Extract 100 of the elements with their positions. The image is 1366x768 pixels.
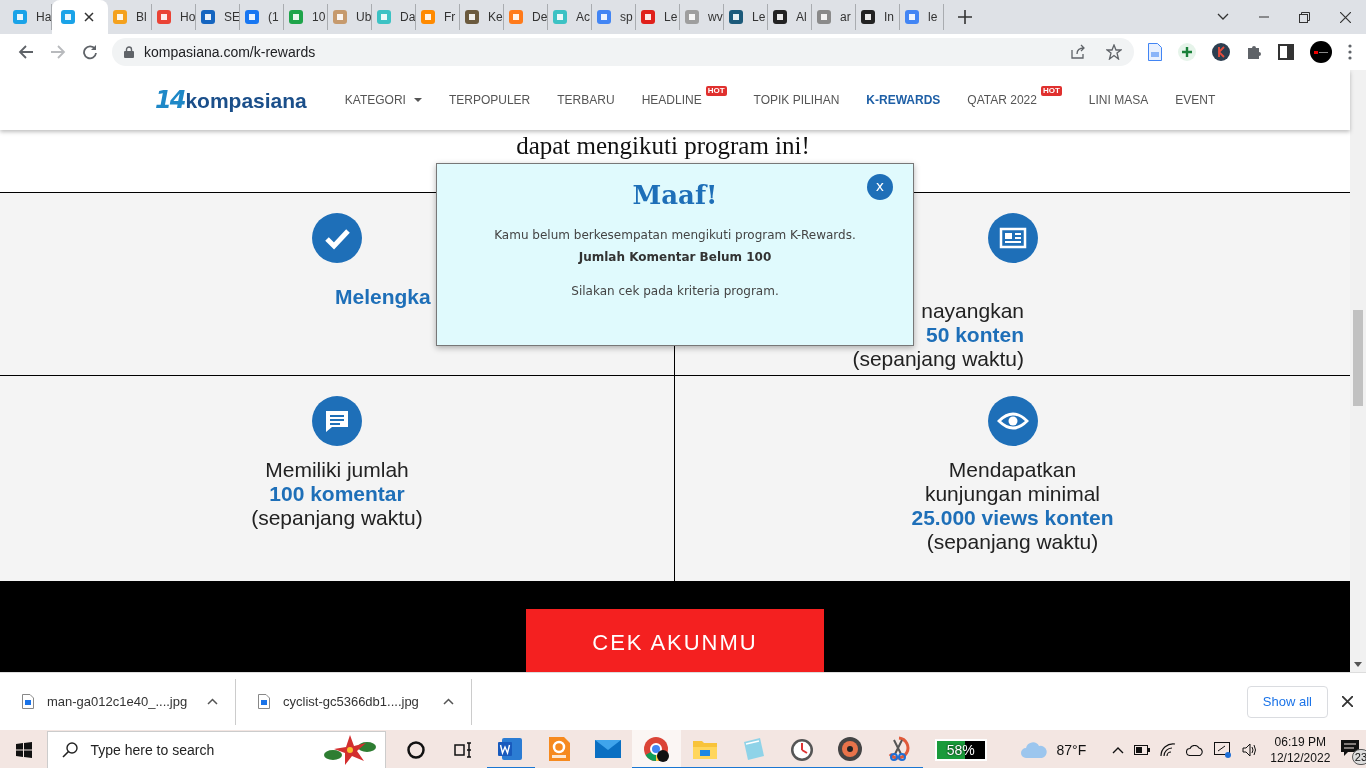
new-tab-icon[interactable]	[958, 10, 972, 24]
nav-link[interactable]: TOPIK PILIHAN	[753, 93, 840, 107]
nav-link[interactable]: EVENT	[1175, 93, 1216, 107]
chrome-icon	[643, 735, 670, 762]
browser-tab[interactable]: Ub	[328, 4, 372, 30]
site-icon	[728, 9, 744, 25]
newspaper-icon	[987, 213, 1038, 263]
browser-tab[interactable]: Ha	[8, 4, 52, 30]
battery-icon[interactable]	[1134, 745, 1151, 755]
flower-icon	[322, 733, 377, 767]
caret-down-icon[interactable]	[413, 98, 422, 102]
nav-link[interactable]: K-REWARDS	[866, 93, 941, 107]
close-icon[interactable]	[84, 12, 94, 22]
browser-tab[interactable]: Da	[372, 4, 416, 30]
comment-icon	[312, 396, 362, 446]
criterion-text: (sepanjang waktu)	[852, 347, 1024, 371]
share-icon[interactable]	[1070, 44, 1086, 60]
clock-date[interactable]: 12/12/2022	[1270, 750, 1331, 766]
site-icon	[552, 9, 568, 25]
puzzle-icon[interactable]	[1246, 44, 1262, 60]
browser-tab[interactable]: Ke	[460, 4, 504, 30]
wifi-icon[interactable]	[1160, 743, 1177, 757]
nav-link[interactable]: TERBARU	[557, 93, 615, 107]
display-icon[interactable]	[1214, 742, 1233, 758]
browser-tab[interactable]: Ho	[152, 4, 196, 30]
profile-avatar-icon[interactable]	[1310, 41, 1332, 63]
site-icon	[200, 9, 216, 25]
browser-tab[interactable]: Bl	[108, 4, 152, 30]
browser-tab[interactable]: Al	[768, 4, 812, 30]
browser-tab[interactable]: le	[900, 4, 944, 30]
browser-tab[interactable]: Le	[724, 4, 768, 30]
modal-hint: Silakan cek pada kriteria program.	[571, 284, 779, 298]
browser-tab[interactable]: Ac	[548, 4, 592, 30]
chevron-up-icon[interactable]	[207, 698, 218, 705]
plus-icon[interactable]	[1178, 43, 1196, 61]
chevron-down-icon[interactable]	[1217, 13, 1229, 21]
clock-time[interactable]: 06:19 PM	[1274, 734, 1326, 750]
browser-tab[interactable]: In	[856, 4, 900, 30]
nav-link[interactable]: LINI MASA	[1088, 93, 1149, 107]
site-icon	[112, 9, 128, 25]
browser-tab[interactable]: De	[504, 4, 548, 30]
cloud-icon[interactable]	[1186, 744, 1205, 756]
search-field[interactable]: Type here to search	[47, 731, 386, 768]
taskbar-app[interactable]	[632, 730, 681, 768]
browser-tab[interactable]: Le	[636, 4, 680, 30]
scrollbar-thumb[interactable]	[1353, 310, 1363, 406]
reload-icon[interactable]	[82, 44, 98, 60]
check-icon	[312, 213, 362, 263]
document-icon[interactable]	[1148, 43, 1162, 61]
modal-reason: Jumlah Komentar Belum 100	[578, 250, 772, 264]
browser-tab[interactable]: (1	[240, 4, 284, 30]
site-icon	[596, 9, 612, 25]
notification-count: 23	[1351, 749, 1366, 765]
lock-icon	[124, 46, 134, 58]
nav-link[interactable]: HEADLINE	[641, 93, 702, 107]
browser-tab[interactable]: 10	[284, 4, 328, 30]
browser-tab[interactable]: Fr	[416, 4, 460, 30]
site-icon	[464, 9, 480, 25]
criterion-text: (sepanjang waktu)	[251, 506, 423, 530]
show-all-button[interactable]: Show all	[1246, 685, 1328, 718]
site-logo[interactable]: 14kompasiana	[155, 86, 307, 114]
check-account-button[interactable]: CEK AKUNMU	[526, 609, 824, 672]
close-button[interactable]: x	[867, 174, 893, 200]
criterion-text: (sepanjang waktu)	[926, 530, 1099, 554]
search-icon	[62, 742, 79, 758]
chevron-up-icon[interactable]	[443, 698, 454, 705]
chevron-up-icon[interactable]	[1112, 746, 1125, 754]
star-icon[interactable]	[1106, 44, 1122, 60]
scroll-down-icon[interactable]	[1354, 662, 1362, 667]
browser-tab[interactable]: ar	[812, 4, 856, 30]
browser-tab[interactable]: SE	[196, 4, 240, 30]
download-item[interactable]: man-ga012c1e40_....jpg	[0, 678, 236, 725]
site-icon	[420, 9, 436, 25]
nav-link[interactable]: TERPOPULER	[448, 93, 531, 107]
speaker-icon[interactable]	[1242, 743, 1259, 757]
menu-icon[interactable]	[1348, 44, 1352, 60]
extension-icon[interactable]	[1212, 43, 1230, 61]
close-icon[interactable]	[1342, 696, 1353, 707]
windows-start-icon[interactable]	[15, 742, 32, 758]
browser-tab[interactable]: wv	[680, 4, 724, 30]
criterion-text: Melengka	[335, 285, 431, 309]
image-file-icon	[22, 694, 34, 709]
site-icon	[156, 9, 172, 25]
weather-temperature[interactable]: 87°F	[1056, 742, 1087, 758]
pdf-icon	[546, 735, 573, 762]
criterion-text: Memiliki jumlah	[265, 458, 409, 482]
restore-icon[interactable]	[1299, 11, 1310, 23]
site-icon	[244, 9, 260, 25]
word-icon	[498, 735, 525, 762]
nav-link[interactable]: QATAR 2022	[967, 93, 1037, 107]
browser-tab[interactable]: sp	[592, 4, 636, 30]
nav-link[interactable]: KATEGORI	[344, 93, 406, 107]
task-view-icon[interactable]	[454, 742, 473, 758]
cortana-icon[interactable]	[406, 741, 425, 759]
download-item[interactable]: cyclist-gc5366db1....jpg	[236, 678, 472, 725]
side-panel-icon[interactable]	[1278, 44, 1294, 60]
back-icon[interactable]	[18, 44, 34, 60]
close-icon[interactable]	[1340, 11, 1351, 23]
site-icon	[508, 9, 524, 25]
address-bar[interactable]: kompasiana.com/k-rewards	[112, 38, 1134, 66]
